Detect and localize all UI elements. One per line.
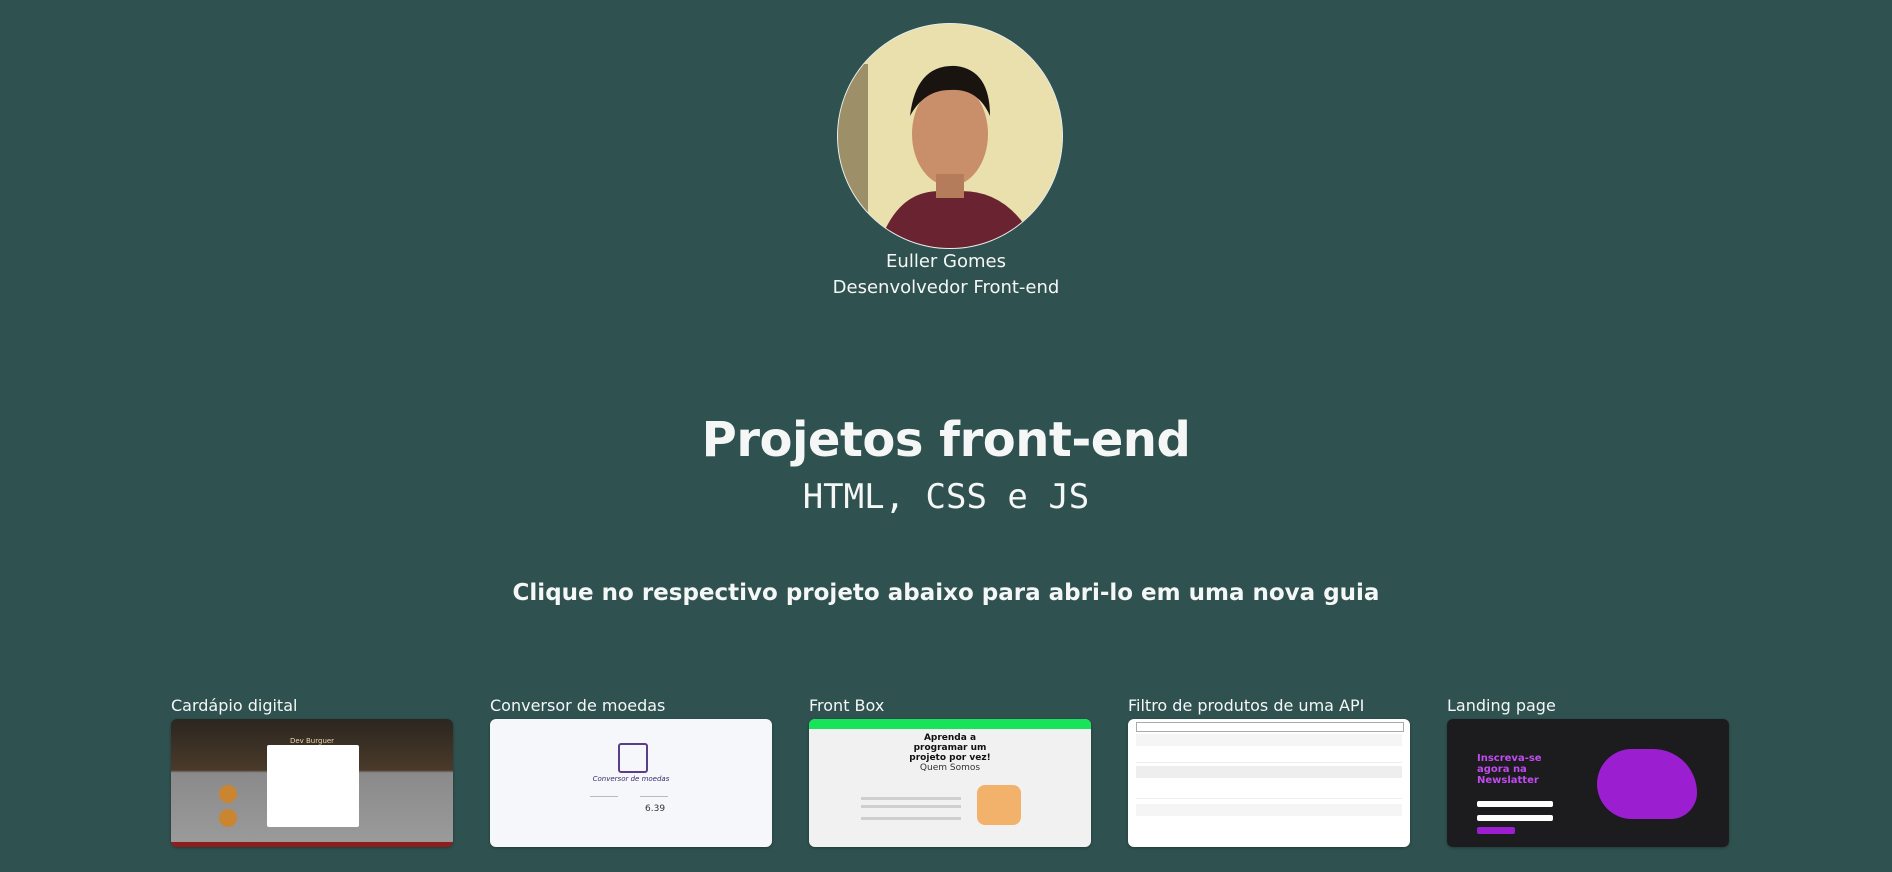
project-card-landing[interactable]: Landing page Inscreva-se agora na Newsla… [1447, 696, 1729, 847]
profile-role: Desenvolvedor Front-end [832, 277, 1060, 298]
project-card-filtro[interactable]: Filtro de produtos de uma API [1128, 696, 1410, 847]
instruction-text: Clique no respectivo projeto abaixo para… [512, 580, 1380, 606]
project-title: Cardápio digital [171, 696, 298, 715]
thumb-text: Inscreva-se agora na Newslatter [1477, 753, 1542, 786]
profile-avatar [837, 23, 1063, 249]
profile-name: Euller Gomes [886, 251, 1006, 272]
thumb-sub: Quem Somos [919, 763, 981, 773]
project-thumbnail[interactable]: Inscreva-se agora na Newslatter [1447, 719, 1729, 847]
project-thumbnail[interactable]: Conversor de moedas 6.39 [490, 719, 772, 847]
project-title: Conversor de moedas [490, 696, 666, 715]
project-card-conversor[interactable]: Conversor de moedas Conversor de moedas … [490, 696, 772, 847]
thumb-text: Aprenda a programar um projeto por vez! [909, 733, 991, 763]
page-title: Projetos front-end [701, 412, 1191, 468]
project-card-cardapio[interactable]: Cardápio digital Dev Burguer [171, 696, 453, 847]
project-thumbnail[interactable]: Dev Burguer [171, 719, 453, 847]
project-title: Filtro de produtos de uma API [1128, 696, 1365, 715]
project-thumbnail[interactable] [1128, 719, 1410, 847]
page-subtitle: HTML, CSS e JS [802, 477, 1090, 517]
project-thumbnail[interactable]: Aprenda a programar um projeto por vez! … [809, 719, 1091, 847]
thumb-value: 6.39 [645, 804, 666, 814]
project-card-frontbox[interactable]: Front Box Aprenda a programar um projeto… [809, 696, 1091, 847]
thumb-text: Conversor de moedas [592, 775, 670, 783]
avatar-portrait [838, 24, 1062, 248]
project-title: Front Box [809, 696, 885, 715]
project-title: Landing page [1447, 696, 1556, 715]
thumb-text: Dev Burguer [289, 737, 335, 745]
